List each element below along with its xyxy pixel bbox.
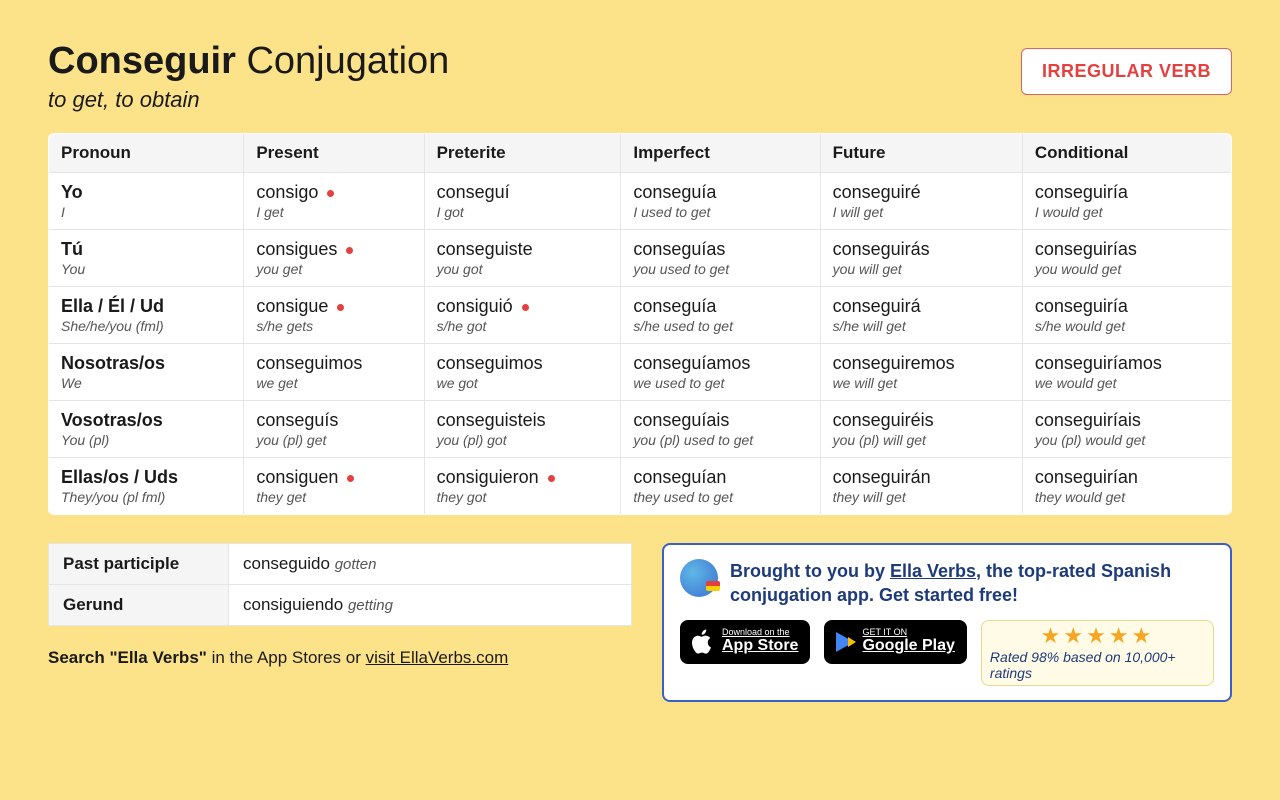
conjugation-cell: conseguiríamoswe would get [1022,344,1231,401]
conjugation-cell: conseguíamoswe used to get [621,344,820,401]
ella-verbs-icon [680,559,718,597]
column-header: Imperfect [621,134,820,173]
column-header: Pronoun [49,134,244,173]
conjugation-word: Conjugation [246,40,449,82]
apple-icon [692,629,714,655]
conjugation-cell: conseguirásyou will get [820,230,1022,287]
gerund-label: Gerund [49,585,229,626]
conjugation-cell: conseguiríaI would get [1022,173,1231,230]
conjugation-cell: conseguirás/he will get [820,287,1022,344]
star-icons: ★★★★★ [1041,625,1155,647]
rating-box: ★★★★★ Rated 98% based on 10,000+ ratings [981,620,1214,686]
conjugation-cell: conseguirías/he would get [1022,287,1231,344]
conjugation-cell: conseguíasyou used to get [621,230,820,287]
conjugation-cell: conseguimoswe get [244,344,424,401]
column-header: Present [244,134,424,173]
page-title: Conseguir Conjugation [48,40,449,83]
conjugation-cell: consigue s/he gets [244,287,424,344]
pronoun-cell: Vosotras/osYou (pl) [49,401,244,458]
table-row: TúYouconsigues you getconseguisteyou got… [49,230,1232,287]
irregular-dot-icon [522,304,529,311]
conjugation-cell: consiguieron they got [424,458,621,515]
irregular-dot-icon [337,304,344,311]
conjugation-cell: conseguísyou (pl) get [244,401,424,458]
google-play-icon [836,632,854,652]
table-row: Ellas/os / UdsThey/you (pl fml)consiguen… [49,458,1232,515]
conjugation-cell: conseguisteisyou (pl) got [424,401,621,458]
table-row: Ella / Él / UdShe/he/you (fml)consigue s… [49,287,1232,344]
ella-verbs-link[interactable]: Ella Verbs [890,561,976,581]
irregular-dot-icon [346,247,353,254]
conjugation-cell: conseguisteyou got [424,230,621,287]
conjugation-cell: consigo I get [244,173,424,230]
past-participle-label: Past participle [49,544,229,585]
conjugation-table: PronounPresentPreteriteImperfectFutureCo… [48,133,1232,515]
conjugation-cell: conseguíI got [424,173,621,230]
conjugation-cell: conseguimoswe got [424,344,621,401]
search-note: Search "Ella Verbs" in the App Stores or… [48,648,632,668]
pronoun-cell: Ellas/os / UdsThey/you (pl fml) [49,458,244,515]
pronoun-cell: Ella / Él / UdShe/he/you (fml) [49,287,244,344]
pronoun-cell: TúYou [49,230,244,287]
conjugation-cell: consiguen they get [244,458,424,515]
table-row: Vosotras/osYou (pl)conseguísyou (pl) get… [49,401,1232,458]
irregular-badge: IRREGULAR VERB [1021,48,1232,95]
conjugation-cell: conseguiremoswe will get [820,344,1022,401]
visit-ellaverbs-link[interactable]: visit EllaVerbs.com [366,648,509,667]
past-participle-value: conseguido gotten [229,544,632,585]
pronoun-cell: Nosotras/osWe [49,344,244,401]
table-row: YoIconsigo I getconseguíI gotconseguíaI … [49,173,1232,230]
conjugation-cell: conseguiránthey will get [820,458,1022,515]
app-store-badge[interactable]: Download on the App Store [680,620,810,664]
column-header: Conditional [1022,134,1231,173]
conjugation-cell: conseguíaisyou (pl) used to get [621,401,820,458]
conjugation-cell: consigues you get [244,230,424,287]
gerund-value: consiguiendo getting [229,585,632,626]
conjugation-cell: conseguías/he used to get [621,287,820,344]
promo-box: Brought to you by Ella Verbs, the top-ra… [662,543,1232,702]
verb-translation: to get, to obtain [48,87,449,113]
table-row: Nosotras/osWeconseguimoswe getconseguimo… [49,344,1232,401]
conjugation-cell: consiguió s/he got [424,287,621,344]
irregular-dot-icon [548,475,555,482]
column-header: Preterite [424,134,621,173]
rating-text: Rated 98% based on 10,000+ ratings [990,649,1205,681]
verb-name: Conseguir [48,40,236,82]
column-header: Future [820,134,1022,173]
irregular-dot-icon [327,190,334,197]
conjugation-cell: conseguiréisyou (pl) will get [820,401,1022,458]
conjugation-cell: conseguiríanthey would get [1022,458,1231,515]
pronoun-cell: YoI [49,173,244,230]
conjugation-cell: conseguíaI used to get [621,173,820,230]
promo-text: Brought to you by Ella Verbs, the top-ra… [730,559,1214,608]
extras-table: Past participle conseguido gotten Gerund… [48,543,632,626]
google-play-badge[interactable]: GET IT ON Google Play [824,620,966,664]
irregular-dot-icon [347,475,354,482]
conjugation-cell: conseguiríasyou would get [1022,230,1231,287]
conjugation-cell: conseguíanthey used to get [621,458,820,515]
conjugation-cell: conseguiréI will get [820,173,1022,230]
conjugation-cell: conseguiríaisyou (pl) would get [1022,401,1231,458]
